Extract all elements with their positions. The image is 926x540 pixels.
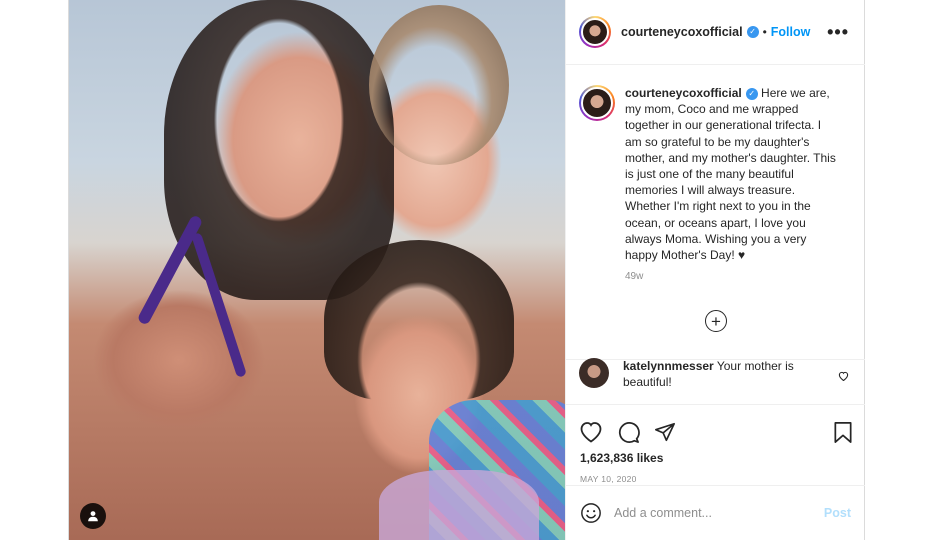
- commenter-username[interactable]: katelynnmesser: [623, 359, 714, 373]
- post-header: courteneycoxofficial ✓ • Follow •••: [566, 0, 865, 65]
- tagged-users-button[interactable]: [80, 503, 106, 529]
- commenter-avatar[interactable]: [579, 358, 609, 388]
- comment-text: katelynnmesser Your mother is beautiful!: [623, 358, 811, 390]
- comment-item: katelynnmesser Your mother is beautiful!: [579, 358, 849, 390]
- verified-badge-icon: ✓: [746, 26, 759, 38]
- follow-button[interactable]: Follow: [771, 25, 811, 39]
- photo-detail: [369, 5, 509, 165]
- photo-detail: [136, 214, 204, 326]
- instagram-post: courteneycoxofficial ✓ • Follow ••• cour…: [68, 0, 865, 540]
- post-time-ago[interactable]: 49w: [625, 271, 849, 282]
- photo-detail: [324, 240, 514, 400]
- caption-row: courteneycoxofficial ✓ Here we are, my mo…: [579, 85, 849, 263]
- like-heart-icon[interactable]: [579, 421, 603, 443]
- photo-detail: [379, 470, 539, 540]
- comment-input[interactable]: [614, 506, 804, 520]
- share-paper-plane-icon[interactable]: [654, 421, 676, 443]
- add-comment-bar: Post: [566, 485, 865, 540]
- post-comment-button[interactable]: Post: [824, 506, 851, 520]
- caption-username[interactable]: courteneycoxofficial: [625, 86, 742, 100]
- caption-section: courteneycoxofficial ✓ Here we are, my mo…: [566, 65, 865, 360]
- action-bar: [566, 405, 865, 449]
- caption-body: Here we are, my mom, Coco and me wrapped…: [625, 86, 836, 263]
- author-username[interactable]: courteneycoxofficial: [621, 25, 743, 39]
- load-more-comments-icon[interactable]: +: [705, 310, 727, 332]
- separator-dot: •: [762, 25, 767, 39]
- post-sidebar: courteneycoxofficial ✓ • Follow ••• cour…: [565, 0, 865, 540]
- save-bookmark-icon[interactable]: [833, 421, 853, 444]
- caption-author-avatar[interactable]: [579, 85, 615, 121]
- verified-badge-icon: ✓: [745, 87, 758, 100]
- emoji-icon[interactable]: [580, 502, 602, 524]
- author-avatar[interactable]: [579, 16, 611, 48]
- comment-like-heart-icon[interactable]: [838, 368, 849, 386]
- post-actions-section: 1,623,836 likes MAY 10, 2020: [566, 404, 865, 484]
- post-photo[interactable]: [69, 0, 565, 540]
- likes-count[interactable]: 1,623,836 likes: [566, 451, 865, 465]
- user-icon: [88, 511, 98, 522]
- post-date[interactable]: MAY 10, 2020: [566, 474, 865, 484]
- caption-text: courteneycoxofficial ✓ Here we are, my mo…: [625, 85, 840, 263]
- more-options-icon[interactable]: •••: [827, 23, 849, 41]
- comment-bubble-icon[interactable]: [617, 421, 640, 444]
